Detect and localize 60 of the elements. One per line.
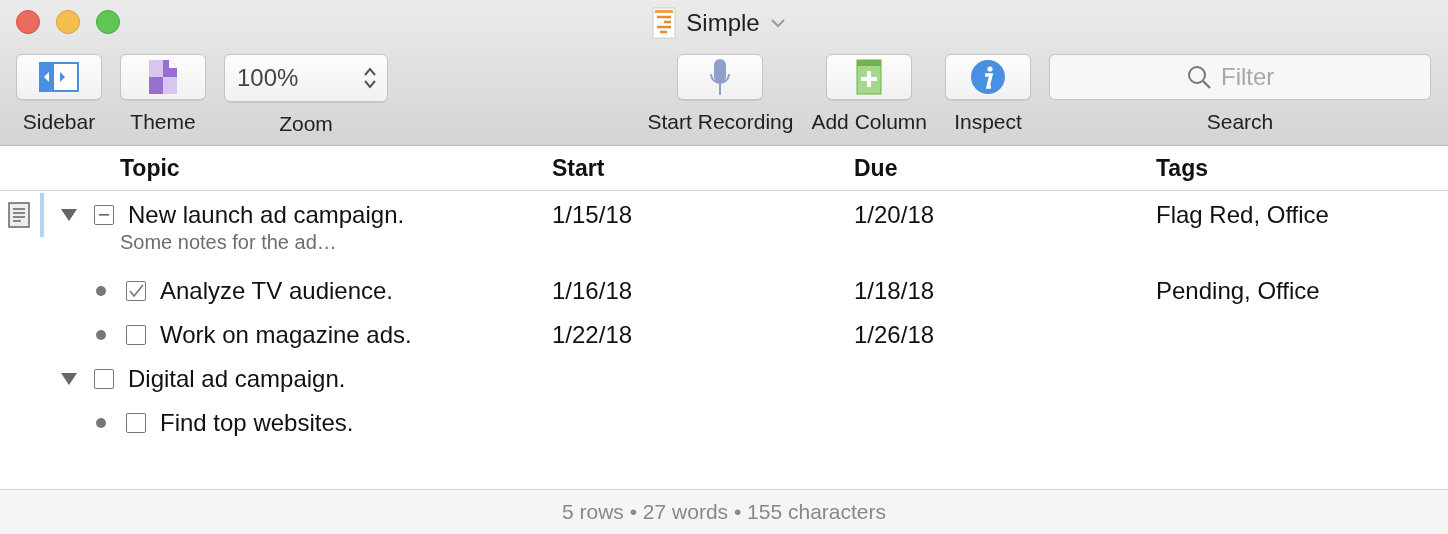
toolbar-label: Add Column xyxy=(811,110,927,134)
toolbar-label: Inspect xyxy=(954,110,1022,134)
toolbar-button[interactable] xyxy=(945,54,1031,100)
zoom-button[interactable] xyxy=(96,10,120,34)
due-date: 1/20/18 xyxy=(854,200,936,230)
window-title: Simple xyxy=(686,9,760,37)
filter-input[interactable]: Filter xyxy=(1219,62,1293,92)
toolbar-button[interactable] xyxy=(826,54,913,100)
toolbar-button[interactable] xyxy=(677,54,764,100)
checkbox[interactable] xyxy=(94,369,114,389)
bullet-icon xyxy=(96,286,106,296)
topic-text: New launch ad campaign. xyxy=(128,201,405,229)
toolbar-label: Theme xyxy=(130,110,196,134)
topic-text: Find top websites. xyxy=(160,409,354,437)
zoom-stepper[interactable]: 100% xyxy=(224,54,388,102)
toolbar-button[interactable] xyxy=(120,54,206,100)
theme-icon xyxy=(148,59,178,95)
toolbar-label: Search xyxy=(1206,110,1274,134)
chevron-down-icon[interactable] xyxy=(769,18,786,28)
disclosure-triangle-icon[interactable] xyxy=(60,208,78,222)
topic-text: Work on magazine ads. xyxy=(160,321,412,349)
tags-text: Pending, Office xyxy=(1156,276,1321,306)
add-column-icon xyxy=(856,59,883,95)
search-icon xyxy=(1187,65,1211,89)
start-date: 1/16/18 xyxy=(552,276,634,306)
start-date: 1/15/18 xyxy=(552,200,634,230)
toolbar-label: Zoom xyxy=(279,112,333,136)
due-date: 1/26/18 xyxy=(854,320,936,350)
search-field[interactable]: Filter xyxy=(1049,54,1431,100)
topic-text: Digital ad campaign. xyxy=(128,365,346,393)
note-icon[interactable] xyxy=(8,202,30,228)
due-date: 1/18/18 xyxy=(854,276,936,306)
status-text: 5 rows • 27 words • 155 characters xyxy=(562,500,886,524)
checkmark-icon xyxy=(128,284,144,298)
column-header[interactable]: Tags xyxy=(1156,154,1448,182)
info-icon xyxy=(970,59,1006,95)
minus-icon xyxy=(99,214,109,216)
document-icon xyxy=(652,7,677,39)
row-note: Some notes for the ad… xyxy=(119,231,338,255)
stepper-arrows-icon xyxy=(363,66,377,90)
topic-text: Analyze TV audience. xyxy=(160,277,394,305)
sidebar-icon xyxy=(39,62,79,92)
start-date: 1/22/18 xyxy=(552,320,634,350)
toolbar-button[interactable] xyxy=(16,54,102,100)
toolbar-label: Start Recording xyxy=(647,110,794,134)
checkbox[interactable] xyxy=(126,281,146,301)
minimize-button[interactable] xyxy=(56,10,80,34)
tags-text: Flag Red, Office xyxy=(1156,200,1330,230)
bullet-icon xyxy=(96,418,106,428)
disclosure-triangle-icon[interactable] xyxy=(60,372,78,386)
column-header[interactable]: Topic xyxy=(0,154,552,182)
microphone-icon xyxy=(710,58,731,96)
toolbar-label: Sidebar xyxy=(22,110,96,134)
column-header[interactable]: Due xyxy=(854,154,1156,182)
bullet-icon xyxy=(96,330,106,340)
close-button[interactable] xyxy=(16,10,40,34)
checkbox[interactable] xyxy=(94,205,114,225)
checkbox[interactable] xyxy=(126,413,146,433)
checkbox[interactable] xyxy=(126,325,146,345)
column-header[interactable]: Start xyxy=(552,154,854,182)
